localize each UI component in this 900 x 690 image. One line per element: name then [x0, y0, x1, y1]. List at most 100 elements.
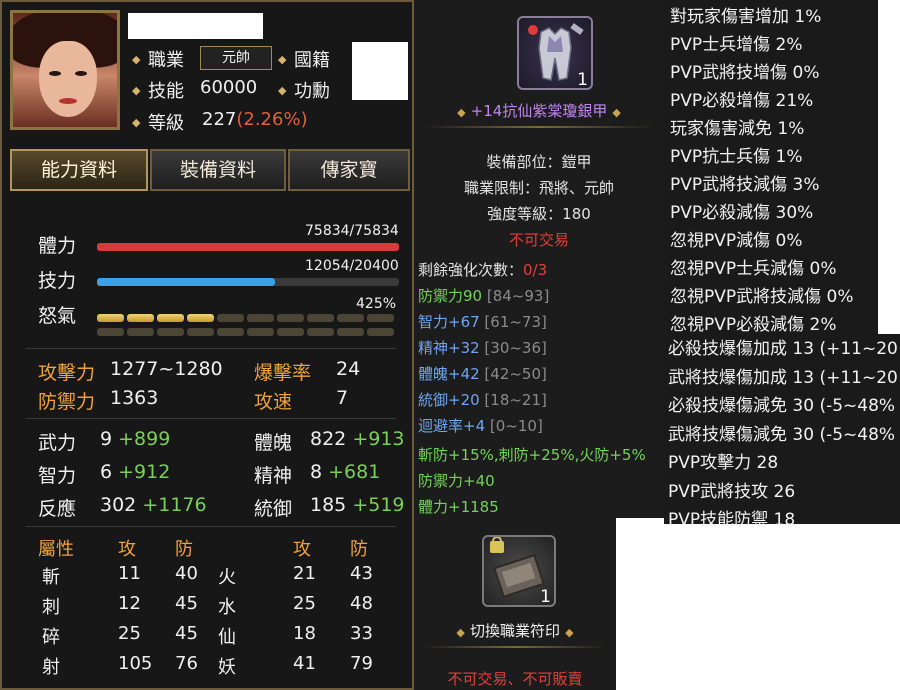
item-job-limit: 職業限制：飛將、元帥 [463, 179, 614, 197]
item-title: +14抗仙紫棠瓊銀甲 [470, 102, 608, 120]
attack-label: 攻擊力 [38, 362, 96, 384]
element-attack: 25 [293, 593, 316, 614]
element-defense: 43 [350, 563, 373, 584]
rage-segment [97, 328, 124, 336]
rage-segment [337, 314, 364, 322]
item-title-row: ◆ +14抗仙紫棠瓊銀甲 ◆ [414, 100, 664, 121]
attr-base: 9 [100, 428, 113, 450]
character-name-box [128, 13, 263, 39]
mp-bar [97, 278, 399, 286]
hp-bar-fill [97, 243, 399, 251]
scroll-count: 1 [540, 587, 551, 607]
item-stat: 迴避率+4 [0~10] [418, 415, 543, 436]
item-special: 斬防+15%,刺防+25%,火防+5% [418, 446, 646, 464]
pvp-stat-line: PVP武將技攻 26 [668, 481, 796, 502]
item-stat-value: 精神+32 [418, 339, 480, 357]
scroll-restriction: 不可交易、不可販賣 [447, 670, 583, 688]
item-count: 1 [577, 70, 588, 90]
attr-value: 8 +681 [310, 461, 380, 483]
armor-item-icon[interactable]: 1 [517, 16, 593, 90]
rage-bar-row [97, 314, 399, 322]
attr-value: 185 +519 [310, 494, 405, 516]
tab-equipment[interactable]: 裝備資料 [150, 149, 286, 191]
attr-base: 6 [100, 461, 113, 483]
scroll-title-row: ◆ 切換職業符印 ◆ [414, 620, 616, 641]
rage-bar-row [97, 328, 399, 336]
divider [26, 526, 396, 527]
merit-label: 功勳 [294, 81, 330, 102]
rage-segment [187, 314, 214, 322]
pvp-stat-line: PVP攻擊力 28 [668, 453, 779, 473]
pvp-stat-line: 必殺技爆傷加成 13 (+11~20 [668, 339, 898, 359]
attr-label: 精神 [254, 465, 293, 487]
item-stat-value: 防禦力90 [418, 287, 483, 305]
attr-value: 6 +912 [100, 461, 170, 483]
pvp-stat-line: 武將技爆傷減免 30 (-5~48% [668, 424, 896, 445]
rage-segment [307, 328, 334, 336]
rage-segment [217, 328, 244, 336]
tab-ability[interactable]: 能力資料 [10, 149, 148, 191]
pvp-stat-line: 對玩家傷害增加 1% [670, 7, 822, 27]
pvp-stat-line: PVP技能防禦 18 [668, 510, 796, 530]
skill-label: 技能 [148, 81, 184, 102]
element-attack: 25 [118, 623, 141, 644]
attack-value: 1277~1280 [110, 358, 223, 380]
item-stat: 智力+67 [61~73] [418, 311, 547, 332]
job-badge: 元帥 [200, 46, 272, 70]
attr-base: 822 [310, 428, 347, 450]
pvp-stat-line: PVP必殺增傷 21% [670, 91, 814, 111]
diamond-bullet-icon: ◆ [278, 84, 287, 97]
item-stat-value: 體魄+42 [418, 365, 480, 383]
attr-label: 體魄 [254, 432, 293, 454]
element-name: 妖 [218, 657, 236, 678]
pvp-stat-line: 武將技爆傷加成 13 (+11~20 [668, 367, 898, 388]
attr-label: 統御 [254, 498, 293, 520]
crit-label: 爆擊率 [254, 362, 312, 384]
item-stat: 統御+20 [18~21] [418, 389, 547, 410]
rage-segment [277, 328, 304, 336]
element-defense: 45 [175, 623, 198, 644]
item-stat-range: [18~21] [479, 391, 547, 409]
attr-bonus: +519 [352, 494, 405, 516]
rage-segment [157, 314, 184, 322]
item-stat-range: [0~10] [485, 417, 543, 435]
rage-segment [157, 328, 184, 336]
element-name: 斬 [42, 567, 60, 588]
element-name: 刺 [42, 597, 60, 618]
pvp-stat-line: 忽視PVP士兵減傷 0% [670, 259, 837, 279]
job-label: 職業 [148, 50, 184, 71]
rage-segment [307, 314, 334, 322]
item-stat-value: 智力+67 [418, 313, 480, 331]
element-attack: 18 [293, 623, 316, 644]
hp-text: 75834/75834 [305, 223, 399, 239]
rage-segment [247, 314, 274, 322]
tab-heirloom[interactable]: 傳家寶 [288, 149, 410, 191]
enhance-value: 0/3 [523, 261, 548, 279]
element-defense: 40 [175, 563, 198, 584]
diamond-bullet-icon: ◆ [278, 53, 287, 66]
element-attack: 21 [293, 563, 316, 584]
element-defense: 48 [350, 593, 373, 614]
item-extra: 防禦力+40 [418, 472, 495, 490]
attr-bonus: +913 [352, 428, 405, 450]
item-extra: 體力+1185 [418, 498, 499, 516]
divider [424, 126, 654, 128]
attr-bonus: +899 [118, 428, 171, 450]
attr-base: 8 [310, 461, 323, 483]
level-value: 227(2.26%) [202, 109, 308, 130]
hp-label: 體力 [38, 235, 77, 257]
attr-bonus: +1176 [142, 494, 207, 516]
attr-value: 9 +899 [100, 428, 170, 450]
element-header: 屬性 [38, 539, 74, 560]
level-label: 等級 [148, 113, 184, 134]
job-change-seal-icon[interactable]: 1 [482, 535, 556, 607]
element-header: 攻 [293, 539, 311, 560]
element-attack: 105 [118, 653, 153, 674]
element-defense: 33 [350, 623, 373, 644]
item-stat-range: [61~73] [479, 313, 547, 331]
rage-segment [97, 314, 124, 322]
element-defense: 79 [350, 653, 373, 674]
item-stat-range: [30~36] [479, 339, 547, 357]
element-name: 碎 [42, 627, 60, 648]
pvp-stat-line: 玩家傷害減免 1% [670, 119, 805, 139]
